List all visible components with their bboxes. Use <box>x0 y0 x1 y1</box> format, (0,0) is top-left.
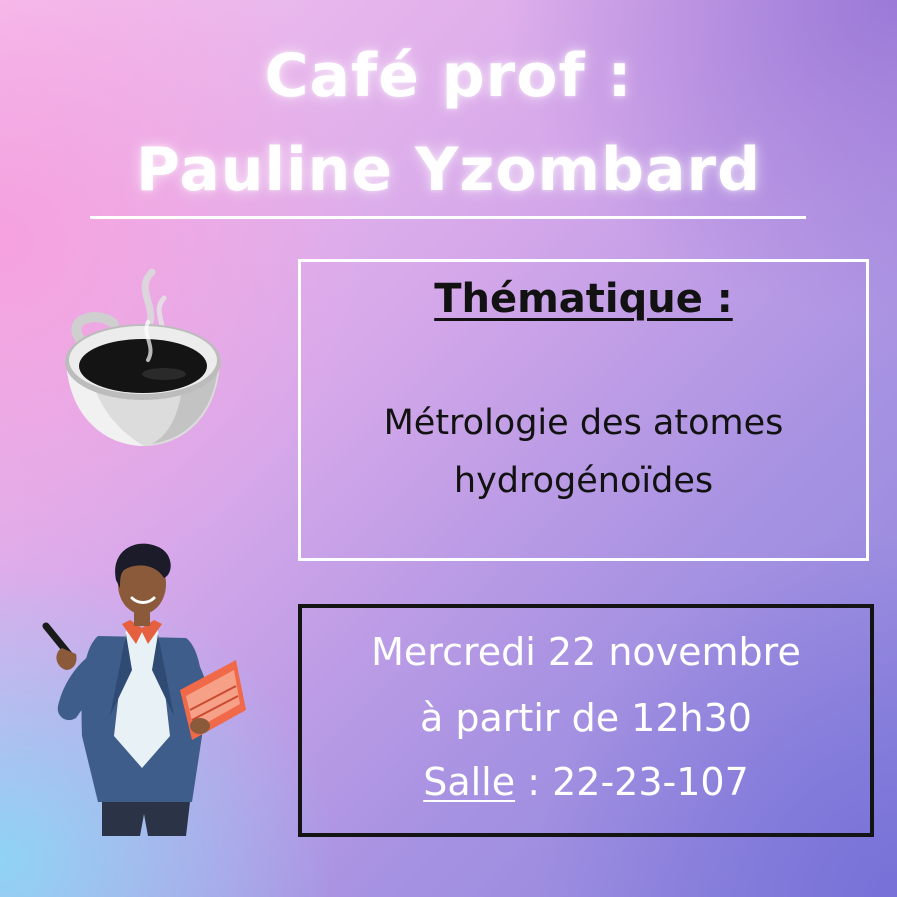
poster: Café prof : Pauline Yzombard Thématique … <box>0 0 897 897</box>
event-room: Salle : 22-23-107 <box>302 758 870 806</box>
event-time: à partir de 12h30 <box>420 696 752 740</box>
theme-text-line-2: hydrogénoïdes <box>453 461 714 501</box>
event-box: Mercredi 22 novembre à partir de 12h30 S… <box>298 604 874 837</box>
room-label: Salle <box>423 760 516 804</box>
theme-text-line-1: Métrologie des atomes <box>383 403 784 443</box>
theme-box: Thématique : Métrologie des atomes hydro… <box>298 259 869 561</box>
room-value: 22-23-107 <box>552 760 749 804</box>
coffee-cup-icon <box>65 268 221 446</box>
event-date: Mercredi 22 novembre <box>371 630 801 674</box>
title-divider <box>90 216 806 219</box>
title-line-2: Pauline Yzombard <box>135 135 762 205</box>
room-separator: : <box>515 760 553 804</box>
theme-heading: Thématique : <box>434 276 733 322</box>
teacher-illustration <box>42 543 246 836</box>
theme-description: Métrologie des atomes hydrogénoïdes <box>301 394 866 510</box>
title-line-1: Café prof : <box>264 41 633 111</box>
